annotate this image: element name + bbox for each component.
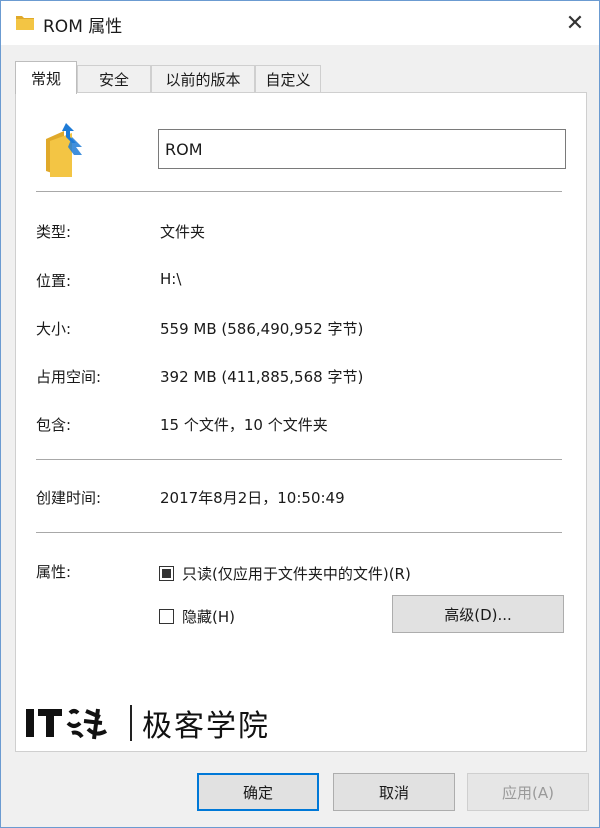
close-button[interactable]: ✕ <box>557 5 593 41</box>
tab-customize[interactable]: 自定义 <box>255 65 321 92</box>
hidden-checkbox[interactable] <box>159 609 174 624</box>
readonly-checkbox-label[interactable]: 只读(仅应用于文件夹中的文件)(R) <box>182 563 411 584</box>
watermark-divider <box>130 705 132 741</box>
apply-button[interactable]: 应用(A) <box>467 773 589 811</box>
separator <box>36 459 562 460</box>
folder-name-input[interactable] <box>158 129 566 169</box>
contains-label: 包含: <box>36 416 72 434</box>
contains-value: 15 个文件，10 个文件夹 <box>160 416 328 434</box>
folder-icon <box>16 16 34 30</box>
ok-button[interactable]: 确定 <box>197 773 319 811</box>
separator <box>36 532 562 533</box>
tab-security[interactable]: 安全 <box>77 65 151 92</box>
attributes-label: 属性: <box>36 563 72 581</box>
separator <box>36 191 562 192</box>
location-label: 位置: <box>36 272 72 290</box>
watermark-text: 极客学院 <box>142 709 270 744</box>
cancel-button[interactable]: 取消 <box>333 773 455 811</box>
shared-folder-icon <box>46 123 82 177</box>
advanced-button[interactable]: 高级(D)... <box>392 595 564 633</box>
properties-window: ROM 属性 ✕ 常规 安全 以前的版本 自定义 类型: 文件夹 位置: H:\… <box>0 0 600 828</box>
title-bar[interactable]: ROM 属性 ✕ <box>1 1 599 45</box>
readonly-checkbox[interactable] <box>159 566 174 581</box>
close-icon: ✕ <box>565 10 585 36</box>
size-on-disk-label: 占用空间: <box>36 368 102 386</box>
general-panel: 类型: 文件夹 位置: H:\ 大小: 559 MB (586,490,952 … <box>15 92 587 752</box>
tab-general[interactable]: 常规 <box>15 61 77 94</box>
type-label: 类型: <box>36 223 72 241</box>
ithome-logo <box>26 708 108 740</box>
size-value: 559 MB (586,490,952 字节) <box>160 320 364 338</box>
size-on-disk-value: 392 MB (411,885,568 字节) <box>160 368 364 386</box>
size-label: 大小: <box>36 320 72 338</box>
created-label: 创建时间: <box>36 489 102 507</box>
created-value: 2017年8月2日，10:50:49 <box>160 489 345 507</box>
tab-previous-versions[interactable]: 以前的版本 <box>151 65 255 92</box>
location-value: H:\ <box>160 270 182 288</box>
hidden-checkbox-label[interactable]: 隐藏(H) <box>182 606 235 627</box>
type-value: 文件夹 <box>160 223 206 241</box>
window-title: ROM 属性 <box>43 17 123 37</box>
watermark: 极客学院 <box>24 701 270 745</box>
